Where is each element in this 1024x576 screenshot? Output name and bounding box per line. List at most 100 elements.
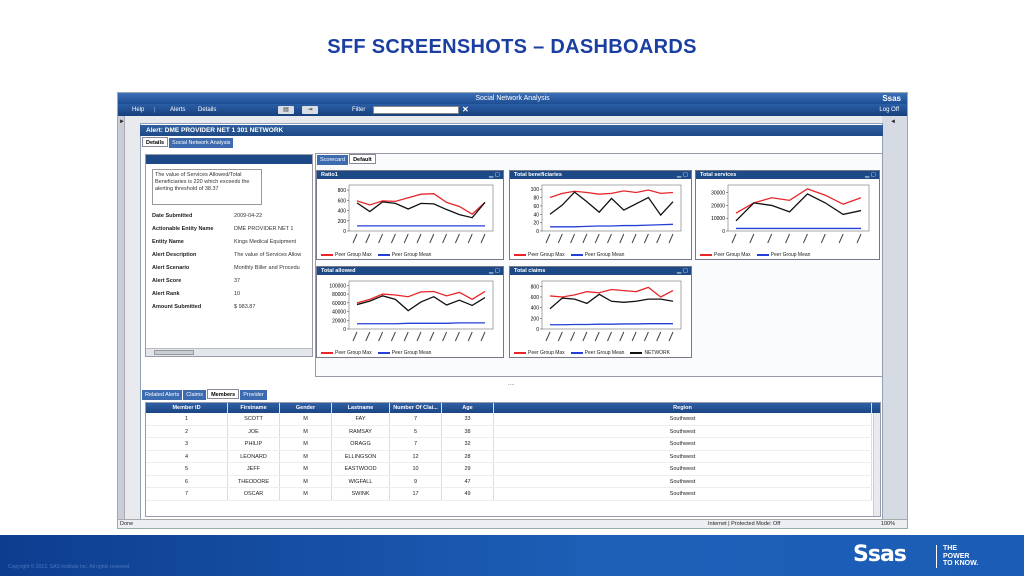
tagline-line: POWER	[943, 552, 970, 560]
y-tick-label: 40	[533, 212, 539, 218]
table-cell: M	[280, 413, 332, 425]
x-tick-label	[390, 331, 396, 342]
table-cell: Southwest	[494, 450, 872, 462]
legend-item: Peer Group Mean	[570, 252, 625, 258]
table-row[interactable]: 5 JEFF M EASTWOOD 10 29 Southwest	[146, 463, 880, 476]
window-controls-icon[interactable]: ▁ ▢	[677, 267, 688, 275]
y-tick-label: 80000	[332, 292, 346, 298]
horizontal-scrollbar[interactable]	[146, 348, 312, 356]
x-tick-label	[594, 233, 600, 244]
tab-scorecard[interactable]: Scorecard	[317, 155, 349, 165]
legend-swatch	[377, 253, 390, 256]
field-row: Amount Submitted $ 983.87	[152, 304, 312, 317]
legend-label: Peer Group Mean	[770, 252, 811, 258]
x-tick-label	[378, 331, 384, 342]
left-collapse-strip[interactable]: ►	[118, 116, 125, 520]
chart-title: Total allowed ▁ ▢	[317, 267, 503, 275]
x-tick-label	[785, 233, 791, 244]
table-row[interactable]: 2 JOE M RAMSAY 5 38 Southwest	[146, 425, 880, 438]
tab-claims[interactable]: Claims	[183, 390, 207, 400]
menu-help[interactable]: Help	[132, 104, 144, 116]
tab-details[interactable]: Details	[142, 137, 169, 147]
x-tick-label	[557, 331, 563, 342]
y-tick-label: 20	[533, 221, 539, 227]
table-header: Member ID Firstname Gender Lastname Number O…	[146, 403, 880, 413]
column-header[interactable]: Lastname	[332, 403, 390, 413]
x-tick-label	[656, 331, 662, 342]
right-collapse-strip[interactable]: ◄	[882, 116, 907, 520]
column-header[interactable]: Firstname	[228, 403, 280, 413]
table-row[interactable]: 7 OSCAR M SWINK 17 49 Southwest	[146, 488, 880, 501]
print-icon[interactable]: ▤	[278, 106, 294, 114]
chart-4: Total claims ▁ ▢ 800 600 400 200 0 Peer Group M…	[509, 266, 692, 358]
tab-related-alerts[interactable]: Related Alerts	[142, 390, 183, 400]
tab-members[interactable]: Members	[207, 389, 240, 399]
column-header[interactable]: Age	[442, 403, 494, 413]
zoom-level[interactable]: 100%	[881, 520, 895, 528]
scrollbar-thumb[interactable]	[154, 350, 194, 355]
tab-social-network[interactable]: Social Network Analysis	[169, 138, 234, 148]
table-row[interactable]: 1 SCOTT M FAY 7 33 Southwest	[146, 413, 880, 426]
table-row[interactable]: 6 THEODORE M WIGFALL 9 47 Southwest	[146, 475, 880, 488]
table-cell: 7	[390, 438, 442, 450]
field-label: Actionable Entity Name	[152, 226, 214, 232]
table-cell: M	[280, 425, 332, 437]
table-cell: SCOTT	[228, 413, 280, 425]
menu-details[interactable]: Details	[198, 104, 216, 116]
logoff-link[interactable]: Log Off	[879, 104, 899, 116]
window-controls-icon[interactable]: ▁ ▢	[489, 171, 500, 179]
y-tick-label: 80	[533, 196, 539, 202]
x-tick-label	[582, 233, 588, 244]
window-controls-icon[interactable]: ▁ ▢	[677, 171, 688, 179]
table-cell: Southwest	[494, 413, 872, 425]
window-controls-icon[interactable]: ▁ ▢	[865, 171, 876, 179]
y-tick-label: 200	[531, 316, 540, 322]
chart-title: Ratio1 ▁ ▢	[317, 171, 503, 179]
filter-input[interactable]	[373, 106, 459, 114]
column-header[interactable]: Gender	[280, 403, 332, 413]
legend-label: Peer Group Mean	[584, 252, 625, 258]
y-tick-label: 60	[533, 204, 539, 210]
legend-swatch	[514, 253, 526, 256]
table-cell: 2	[146, 425, 228, 437]
table-cell: JEFF	[228, 463, 280, 475]
clear-filter-icon[interactable]: ✕	[462, 104, 469, 116]
column-header[interactable]: Member ID	[146, 403, 228, 413]
field-value: 10	[234, 291, 241, 297]
legend-item: Peer Group Max	[514, 252, 565, 258]
menu-alerts[interactable]: Alerts	[170, 104, 185, 116]
chart-title-text: Ratio1	[321, 172, 338, 178]
series-line-1	[550, 323, 673, 326]
tab-default[interactable]: Default	[349, 154, 376, 164]
chart-title: Total beneficiaries ▁ ▢	[510, 171, 691, 179]
x-tick-label	[352, 331, 358, 342]
panel-resize-grip[interactable]: ....	[508, 381, 515, 387]
legend-label: Peer Group Max	[528, 350, 565, 356]
filter-label: Filter	[352, 107, 366, 113]
chart-plot: 800 600 400 200 0	[531, 280, 682, 342]
series-line-0	[549, 286, 674, 298]
table-body: 1 SCOTT M FAY 7 33 Southwest 2 JOE M RAMSAY 5 38 Sout…	[146, 413, 880, 501]
window-controls-icon[interactable]: ▁ ▢	[489, 267, 500, 275]
x-tick-label	[607, 331, 612, 342]
y-tick-label: 10000	[711, 216, 725, 222]
x-tick-label	[429, 331, 435, 342]
expand-arrow-icon[interactable]: ►	[119, 119, 125, 125]
legend-swatch	[321, 351, 333, 354]
column-header[interactable]: Number Of Clai...	[390, 403, 442, 413]
field-value: 37	[234, 278, 241, 284]
table-row[interactable]: 4 LEONARD M ELLINGSON 12 28 Southwest	[146, 450, 880, 463]
plot-area	[348, 184, 494, 232]
tab-provider[interactable]: Provider	[240, 390, 267, 400]
table-cell: 4	[146, 450, 228, 462]
x-tick-label	[582, 331, 588, 342]
table-row[interactable]: 3 PHILIP M ORAGG 7 32 Southwest	[146, 438, 880, 451]
column-header[interactable]: Region	[494, 403, 872, 413]
collapse-arrow-icon[interactable]: ◄	[890, 119, 896, 125]
table-vertical-scrollbar[interactable]	[873, 413, 880, 516]
legend-label: Peer Group Max	[335, 252, 372, 258]
export-icon[interactable]: ⇥	[302, 106, 318, 114]
table-cell: RAMSAY	[332, 425, 390, 437]
legend-item: Peer Group Max	[700, 252, 751, 258]
field-value: DME PROVIDER NET 1	[234, 226, 294, 232]
